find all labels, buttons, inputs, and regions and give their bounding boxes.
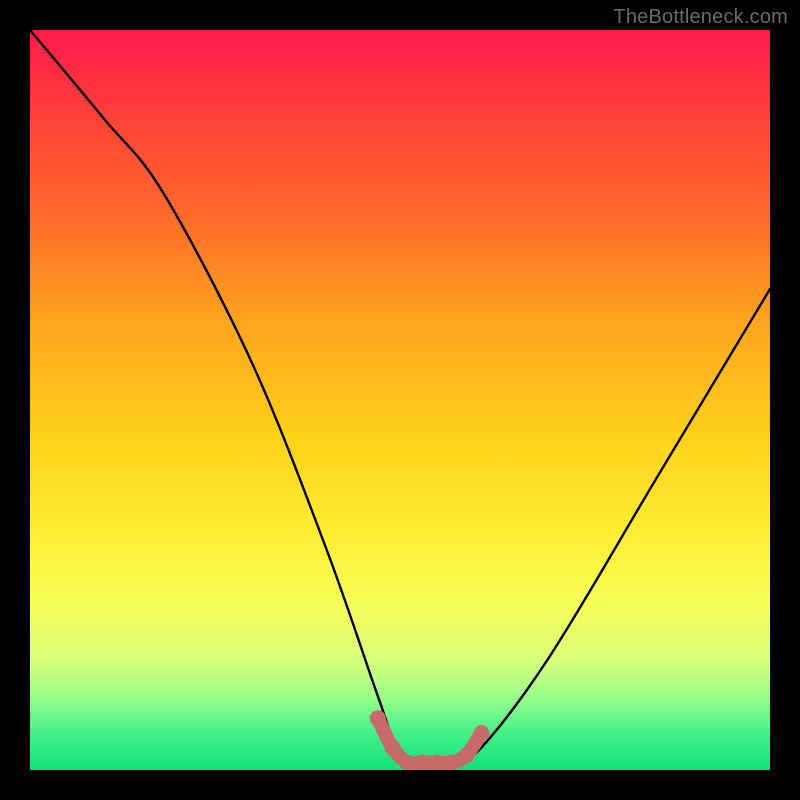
optimal-range-dot [459, 747, 475, 763]
optimal-range-dot [429, 755, 445, 770]
chart-frame: TheBottleneck.com [0, 0, 800, 800]
optimal-range-dot [399, 755, 415, 770]
optimal-range-marker [370, 710, 490, 770]
optimal-range-dot [414, 755, 430, 770]
watermark-text: TheBottleneck.com [613, 6, 788, 29]
curve-svg [30, 30, 770, 770]
optimal-range-dot [444, 755, 460, 770]
optimal-range-dot [370, 710, 386, 726]
optimal-range-dot [385, 740, 401, 756]
optimal-range-dot [473, 725, 489, 741]
plot-area [30, 30, 770, 770]
bottleneck-curve [30, 30, 770, 765]
